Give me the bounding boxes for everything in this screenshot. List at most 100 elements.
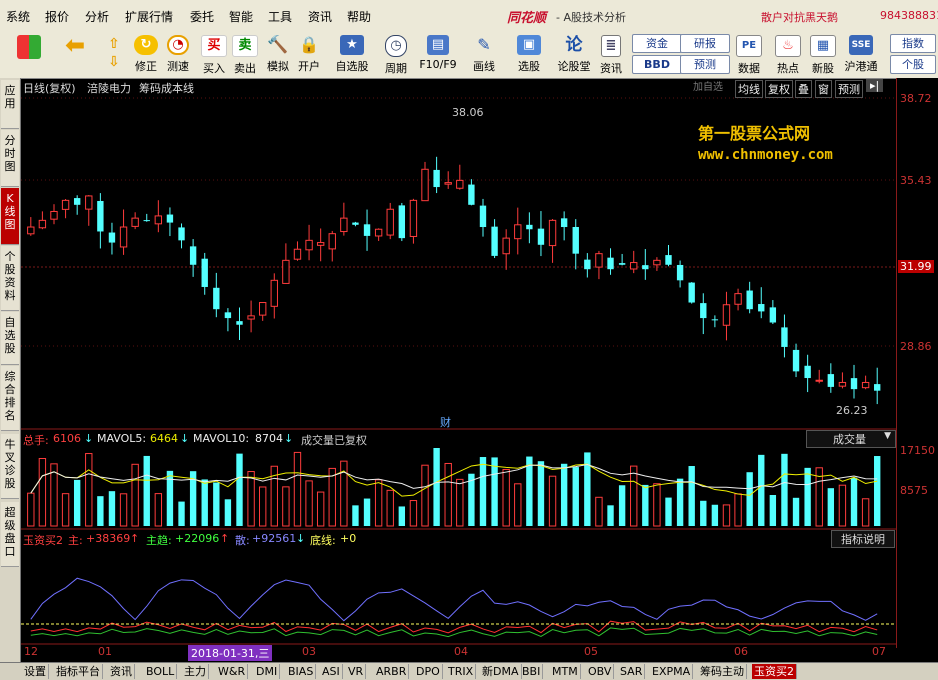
capital-button[interactable]: 资金 <box>632 34 682 53</box>
candle-body <box>526 224 533 230</box>
indicator-tab[interactable]: 新DMA <box>480 664 522 679</box>
indicator-tab[interactable]: BBI <box>520 664 544 679</box>
app-logo: 同花顺 <box>507 11 547 26</box>
add-watchlist-link[interactable]: 加自选 <box>693 78 723 93</box>
candle-body <box>421 168 429 202</box>
indicator-selector[interactable]: 成交量 ▼ <box>806 430 896 448</box>
tab-ranking[interactable]: 综合排名 <box>1 366 19 431</box>
new-stock-button[interactable]: ▦ 新股 <box>808 33 838 75</box>
date-tick-apr: 04 <box>454 645 468 658</box>
volume-bar <box>456 478 464 527</box>
f10-button[interactable]: ▤ F10/F9 <box>418 33 458 75</box>
research-button[interactable]: 研报 <box>680 34 730 53</box>
candle-body <box>178 227 185 241</box>
updown-button[interactable]: ⇧ ⇩ <box>102 33 126 75</box>
overlay-toggle[interactable]: 叠 <box>795 80 812 98</box>
candle-body <box>224 312 232 319</box>
menu-item-order[interactable]: 委托 <box>190 8 214 25</box>
indicator-tab[interactable]: 主力 <box>182 664 209 679</box>
volume-tick-2: 8575 <box>900 484 928 497</box>
data-button[interactable]: PE 数据 <box>733 33 765 75</box>
tab-intraday[interactable]: 分时图 <box>1 130 19 187</box>
index-button[interactable]: 指数 <box>890 34 936 53</box>
window-toggle[interactable]: 窗 <box>815 80 832 98</box>
indicator-tab[interactable]: 玉资买2 <box>752 664 797 679</box>
chart-period[interactable]: 日线(复权) <box>23 80 76 96</box>
period-button[interactable]: ◷ 周期 <box>380 33 412 75</box>
adjust-toggle[interactable]: 复权 <box>765 80 793 98</box>
indicator-tab[interactable]: 设置 <box>22 664 49 679</box>
candle-body <box>537 228 545 245</box>
volume-bar <box>201 479 208 526</box>
stock-button[interactable]: 个股 <box>890 55 936 74</box>
indicator-tab[interactable]: MTM <box>550 664 581 679</box>
mavol5-value: 6464 <box>150 432 178 445</box>
candle-body <box>213 287 220 310</box>
watchlist-button[interactable]: ★ 自选股 <box>332 33 372 75</box>
pen-icon: ✎ <box>477 35 491 54</box>
indicator-tab[interactable]: DMI <box>254 664 281 679</box>
indicator-tab[interactable]: TRIX <box>446 664 477 679</box>
star-folder-icon: ★ <box>340 35 364 55</box>
home-button[interactable] <box>14 33 44 75</box>
indicator-tab[interactable]: DPO <box>414 664 443 679</box>
stock-select-button[interactable]: ▣ 选股 <box>512 33 546 75</box>
tab-diagnosis[interactable]: 牛叉诊股 <box>1 434 19 499</box>
indicator-help-button[interactable]: 指标说明 <box>831 530 895 548</box>
indicator-tab[interactable]: W&R <box>216 664 249 679</box>
indicator-tab[interactable]: 资讯 <box>108 664 135 679</box>
back-button[interactable]: ⬅ <box>58 33 92 75</box>
indicator-tab[interactable]: BOLL <box>144 664 178 679</box>
indicator-tab[interactable]: VR <box>346 664 367 679</box>
clock-icon: ◷ <box>385 35 407 57</box>
forum-button[interactable]: 论 论股堂 <box>555 33 593 75</box>
draw-line-button[interactable]: ✎ 画线 <box>468 33 500 75</box>
news-icon: ≣ <box>601 35 621 57</box>
menu-item-help[interactable]: 帮助 <box>347 8 371 25</box>
menu-item-extended[interactable]: 扩展行情 <box>125 8 173 25</box>
indicator-tab[interactable]: ARBR <box>374 664 410 679</box>
indicator-tab[interactable]: SAR <box>618 664 646 679</box>
buy-button[interactable]: 买 买入 <box>200 33 228 75</box>
menu-item-smart[interactable]: 智能 <box>229 8 253 25</box>
correct-icon: ↻ <box>134 35 158 55</box>
promo-link[interactable]: 散户对抗黑天鹅 <box>761 9 838 25</box>
menu-item-quote[interactable]: 报价 <box>45 8 69 25</box>
open-account-button[interactable]: 🔒 开户 <box>295 33 323 75</box>
hk-connect-button[interactable]: SSE 沪港通 <box>843 33 879 75</box>
tab-watchlist[interactable]: 自选股 <box>1 312 19 365</box>
indicator-tab[interactable]: ASI <box>320 664 343 679</box>
menu-item-system[interactable]: 系统 <box>6 8 30 25</box>
ma-toggle[interactable]: 均线 <box>735 80 763 98</box>
collapse-panel-icon[interactable]: ▸| <box>866 79 884 92</box>
bbd-button[interactable]: BBD <box>632 55 682 74</box>
forecast-button[interactable]: 预测 <box>680 55 730 74</box>
simulate-button[interactable]: 🔨 模拟 <box>264 33 292 75</box>
indicator-tab[interactable]: EXPMA <box>650 664 694 679</box>
baseline-value: +0 <box>340 532 357 545</box>
indicator-tab[interactable]: 指标平台 <box>54 664 103 679</box>
hot-button[interactable]: ♨ 热点 <box>772 33 804 75</box>
sell-button[interactable]: 卖 卖出 <box>231 33 259 75</box>
speed-button[interactable]: ◔ 测速 <box>163 33 193 75</box>
financial-event-marker[interactable]: 财 <box>440 414 451 430</box>
account-number: 984388831 <box>880 9 938 22</box>
volume-bar <box>700 500 707 526</box>
volume-bar <box>27 492 35 527</box>
menu-item-tools[interactable]: 工具 <box>268 8 292 25</box>
news-button[interactable]: ≣ 资讯 <box>597 33 625 75</box>
indicator-name[interactable]: 筹码成本线 <box>139 80 194 96</box>
candle-body <box>38 219 47 229</box>
tab-apps[interactable]: 应用 <box>1 80 19 129</box>
menu-item-info[interactable]: 资讯 <box>308 8 332 25</box>
correct-button[interactable]: ↻ 修正 <box>131 33 161 75</box>
indicator-tab[interactable]: OBV <box>586 664 615 679</box>
indicator-tab[interactable]: 筹码主动 <box>698 664 747 679</box>
forecast-toggle[interactable]: 预测 <box>835 80 863 98</box>
kline-chart[interactable] <box>21 78 896 662</box>
menu-item-analysis[interactable]: 分析 <box>85 8 109 25</box>
tab-order-book[interactable]: 超级盘口 <box>1 502 19 567</box>
indicator-tab[interactable]: BIAS <box>286 664 317 679</box>
tab-stock-profile[interactable]: 个股资料 <box>1 246 19 311</box>
tab-kline[interactable]: K线图 <box>1 188 19 245</box>
